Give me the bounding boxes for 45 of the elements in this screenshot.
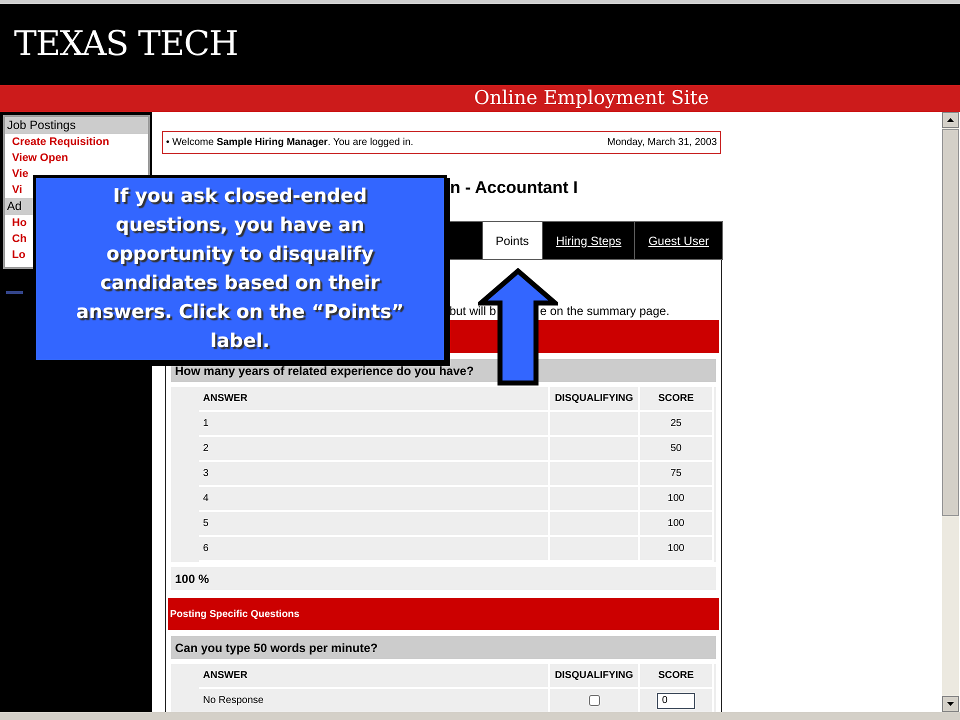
table-cell: 3 (199, 461, 549, 486)
table-cell: 50 (639, 436, 713, 461)
scroll-down-icon[interactable] (942, 696, 959, 712)
table-cell: 75 (639, 461, 713, 486)
scroll-mark (6, 291, 23, 294)
disqualifying-checkbox[interactable] (588, 694, 600, 706)
sidebar-heading: Job Postings (5, 117, 148, 134)
total-score: 100 % (171, 567, 716, 590)
sidebar-link[interactable]: Vie (12, 166, 28, 182)
sidebar-link[interactable]: View Open (12, 150, 68, 166)
note-text: but will b (449, 303, 496, 320)
scroll-thumb[interactable] (942, 129, 959, 516)
column-header: DISQUALIFYING (549, 664, 639, 688)
table-cell: 1 (199, 411, 549, 436)
sidebar-link[interactable]: Ho (12, 215, 27, 231)
note-text: e on the summary page. (540, 303, 670, 320)
date: Monday, March 31, 2003 (607, 136, 717, 150)
table-cell: 100 (639, 536, 713, 561)
table-cell: 5 (199, 511, 549, 536)
column-header: DISQUALIFYING (549, 387, 639, 411)
site-title: Online Employment Site (474, 89, 709, 108)
tab[interactable]: Points (482, 222, 542, 259)
scroll-up-icon[interactable] (942, 112, 959, 128)
table-cell: 6 (199, 536, 549, 561)
table-cell: 25 (639, 411, 713, 436)
sidebar-link[interactable]: Lo (12, 247, 26, 263)
table-cell: 4 (199, 486, 549, 511)
table-cell: 100 (639, 511, 713, 536)
column-header: ANSWER (199, 387, 549, 411)
column-header: ANSWER (199, 664, 549, 688)
column-header: SCORE (639, 664, 713, 688)
section-header: Posting Specific Questions (168, 598, 719, 630)
welcome-message: • Welcome Sample Hiring Manager. You are logged in. (166, 136, 414, 150)
tab[interactable]: Hiring Steps (542, 222, 634, 259)
score-field[interactable]: 0 (657, 692, 695, 708)
scrollbar[interactable] (942, 112, 959, 712)
column-header: SCORE (639, 387, 713, 411)
sidebar-link[interactable]: Vi (12, 182, 22, 198)
sidebar-link[interactable]: Create Requisition (12, 134, 110, 150)
logo: TEXAS TECH (14, 23, 238, 66)
sidebar-link[interactable]: Ch (12, 231, 27, 247)
question-heading: Can you type 50 words per minute? (171, 636, 716, 659)
page-title: n - Accountant I (450, 177, 578, 200)
table-cell: 100 (639, 486, 713, 511)
table-cell: 2 (199, 436, 549, 461)
